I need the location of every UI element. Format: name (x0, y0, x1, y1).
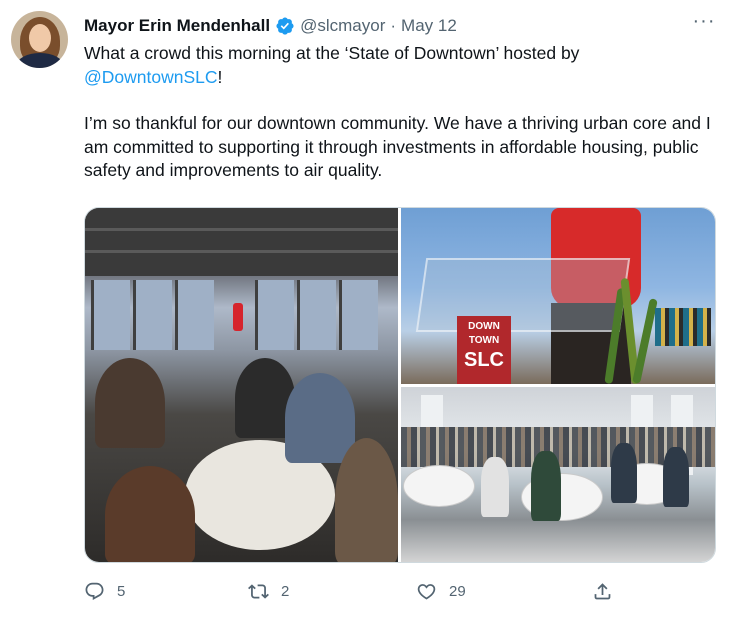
separator: · (390, 16, 397, 35)
share-button[interactable] (592, 578, 613, 604)
like-count: 29 (449, 582, 466, 600)
verified-badge-icon (276, 17, 294, 35)
photo-event-room[interactable] (85, 208, 398, 562)
reply-button[interactable]: 5 (84, 578, 125, 604)
retweet-button[interactable]: 2 (248, 578, 289, 604)
tweet: Mayor Erin Mendenhall @slcmayor · May 12… (0, 0, 739, 620)
share-icon (594, 582, 611, 599)
tweet-actions: 5 2 29 (84, 578, 644, 604)
tweet-date[interactable]: May 12 (401, 16, 457, 36)
mention-link[interactable]: @DowntownSLC (84, 67, 218, 87)
avatar[interactable] (11, 11, 68, 68)
reply-count: 5 (117, 582, 126, 600)
retweet-count: 2 (281, 582, 290, 600)
more-options-icon[interactable]: ··· (690, 11, 718, 34)
tweet-header: Mayor Erin Mendenhall @slcmayor · May 12 (84, 14, 457, 38)
reply-icon (85, 582, 104, 600)
author-handle[interactable]: @slcmayor (300, 16, 385, 36)
photo-audience[interactable] (401, 387, 715, 562)
tweet-paragraph-1: What a crowd this morning at the ‘State … (84, 43, 580, 87)
photo-podium[interactable]: DOWN TOWN SLC (401, 208, 715, 384)
tweet-paragraph-2: I’m so thankful for our downtown communi… (84, 113, 711, 180)
tweet-text: What a crowd this morning at the ‘State … (84, 42, 724, 183)
retweet-icon (248, 583, 269, 599)
downtown-slc-sign: DOWN TOWN SLC (457, 316, 511, 384)
author-name[interactable]: Mayor Erin Mendenhall (84, 16, 270, 36)
like-button[interactable]: 29 (416, 578, 466, 604)
like-icon (417, 583, 436, 600)
media-grid: DOWN TOWN SLC (84, 207, 716, 563)
